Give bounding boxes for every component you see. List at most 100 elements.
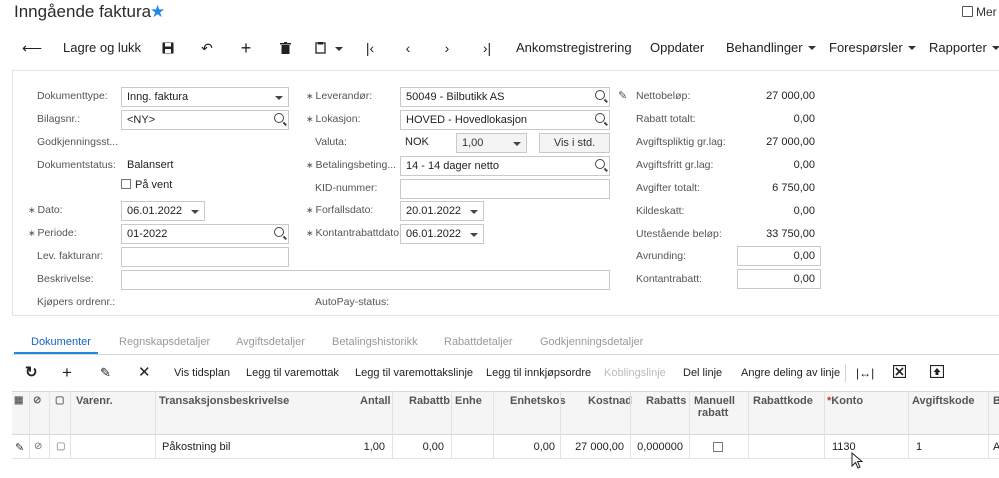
legg-innkjopsordre-button[interactable]: Legg til innkjøpsordre [486,364,591,382]
lev-fakturanr-field[interactable] [121,247,289,267]
manuell-rabatt-box[interactable] [713,442,723,452]
row-kostnad[interactable]: 27 000,00 [565,441,624,453]
rabatt-label: Rabatt totalt: [636,113,696,125]
row-note-icon[interactable]: ▢ [56,441,65,452]
beskrivelse-field[interactable] [121,270,610,290]
del-linje-button[interactable]: Del linje [683,364,722,382]
col-enhet[interactable]: Enhe [455,395,482,407]
angre-deling-button[interactable]: Angre deling av linje [741,364,840,382]
foresporsler-menu[interactable]: Forespørsler [829,36,916,60]
col-sep [155,391,156,459]
dokumenttype-select[interactable]: Inng. faktura [121,87,289,107]
save-icon[interactable] [158,36,178,60]
row-rabattb[interactable]: 0,00 [400,441,444,453]
prev-page-icon[interactable]: ‹ [398,36,418,60]
fit-columns-icon[interactable]: |↔| [856,364,874,382]
col-avgiftskode[interactable]: Avgiftskode [912,395,975,407]
paa-vent-checkbox[interactable]: På vent [121,178,172,192]
copy-paste-icon[interactable] [314,36,344,60]
koblingslinje-button[interactable]: Koblingslinje [604,364,666,382]
col-rabattkode[interactable]: Rabattkode [753,395,813,407]
leverandor-field[interactable]: 50049 - Bilbutikk AS [400,87,610,107]
search-icon[interactable] [274,113,284,123]
lokasjon-field[interactable]: HOVED - Hovedlokasjon [400,110,610,130]
plus-icon[interactable]: + [236,36,256,60]
kontantrabatt-field[interactable]: 0,00 [737,269,821,289]
vis-tidsplan-button[interactable]: Vis tidsplan [174,364,230,382]
row-antall[interactable]: 1,00 [330,441,385,453]
tab-avgiftsdetaljer[interactable]: Avgiftsdetaljer [236,336,305,354]
first-page-icon[interactable]: |‹ [360,36,380,60]
legg-varemottakslinje-button[interactable]: Legg til varemottakslinje [355,364,473,382]
undo-icon[interactable]: ↶ [197,36,217,60]
col-kostnad[interactable]: Kostnad [588,395,632,407]
avrunding-field[interactable]: 0,00 [737,246,821,266]
search-icon[interactable] [595,90,605,100]
col-varenr[interactable]: Varenr. [76,395,113,407]
tab-rabattdetaljer[interactable]: Rabattdetaljer [444,336,513,354]
row-enhetskost[interactable]: 0,00 [500,441,555,453]
netto-label: Nettobeløp: [636,90,691,102]
row-edit-icon[interactable]: ✎ [15,441,24,454]
pencil-icon[interactable]: ✎ [100,364,111,382]
search-icon[interactable] [274,227,284,237]
col-sep [49,391,50,459]
rapporter-menu[interactable]: Rapporter [929,36,999,60]
forfallsdato-field[interactable]: 20.01.2022 [400,201,484,221]
kontantrabattdato-field[interactable]: 06.01.2022 [400,224,484,244]
tab-godkjenningsdetaljer[interactable]: Godkjenningsdetaljer [540,336,643,354]
col-konto[interactable]: *Konto [827,395,863,407]
upload-icon[interactable] [929,364,945,382]
search-icon[interactable] [595,159,605,169]
last-page-icon[interactable]: ›| [477,36,497,60]
col-b[interactable]: B [993,395,999,407]
autopay-label: AutoPay-status: [315,296,390,308]
attachment-icon: ⊘ [33,395,42,406]
paa-vent-box[interactable] [121,179,131,189]
col-sep [988,391,989,459]
kid-field[interactable] [400,179,610,199]
excel-icon[interactable] [892,364,907,382]
periode-field[interactable]: 01-2022 [121,224,289,244]
trash-icon[interactable] [275,36,295,60]
grid-settings-icon[interactable]: ▦ [14,395,23,407]
save-close-button[interactable]: Lagre og lukk [63,36,141,60]
col-rabatts[interactable]: Rabatts [646,395,686,407]
oppdater-button[interactable]: Oppdater [650,36,704,60]
tab-active-indicator [14,352,98,354]
refresh-icon[interactable]: ↻ [25,364,38,382]
kurs-field[interactable]: 1,00 [456,133,527,153]
legg-varemottak-button[interactable]: Legg til varemottak [246,364,339,382]
star-icon[interactable]: ★ [150,2,165,22]
note-icon: ▢ [55,395,65,406]
back-arrow-icon[interactable]: ⟵ [22,36,42,60]
bilagsnr-field[interactable]: <NY> [121,110,289,130]
ankomst-button[interactable]: Ankomstregistrering [516,36,632,60]
pencil-icon[interactable]: ✎ [618,89,627,102]
dato-field[interactable]: 06.01.2022 [121,201,205,221]
betalingsbet-field[interactable]: 14 - 14 dager netto [400,156,610,176]
row-attachment-icon[interactable]: ⊘ [34,441,42,452]
behandlinger-menu[interactable]: Behandlinger [726,36,816,60]
chevron-down-icon [470,233,478,237]
close-icon[interactable]: ✕ [138,364,151,382]
row-b[interactable]: A [993,441,999,453]
tab-betalingshistorikk[interactable]: Betalingshistorikk [332,336,418,354]
tab-regnskapsdetaljer[interactable]: Regnskapsdetaljer [119,336,210,354]
col-rabattb[interactable]: Rabattb [409,395,450,407]
more-link[interactable]: Mer [962,5,997,19]
col-antall[interactable]: Antall [360,395,391,407]
avgfri-label: Avgiftsfritt gr.lag: [636,159,714,171]
row-avgiftskode[interactable]: 1 [916,441,922,453]
next-page-icon[interactable]: › [437,36,457,60]
row-manuell-rabatt-checkbox[interactable] [713,442,727,454]
avgpl-label: Avgiftspliktig gr.lag: [636,136,726,148]
col-enhetskost[interactable]: Enhetskos [510,395,566,407]
col-transaksjonsbeskrivelse[interactable]: Transaksjonsbeskrivelse [159,395,289,407]
search-icon[interactable] [595,113,605,123]
col-manuell-rabatt[interactable]: Manuell rabatt [694,395,735,419]
row-beskrivelse[interactable]: Påkostning bil [162,441,231,453]
plus-icon[interactable]: + [62,364,72,382]
row-rabatts[interactable]: 0,000000 [634,441,683,453]
vis-i-std-button[interactable]: Vis i std. [539,133,610,153]
